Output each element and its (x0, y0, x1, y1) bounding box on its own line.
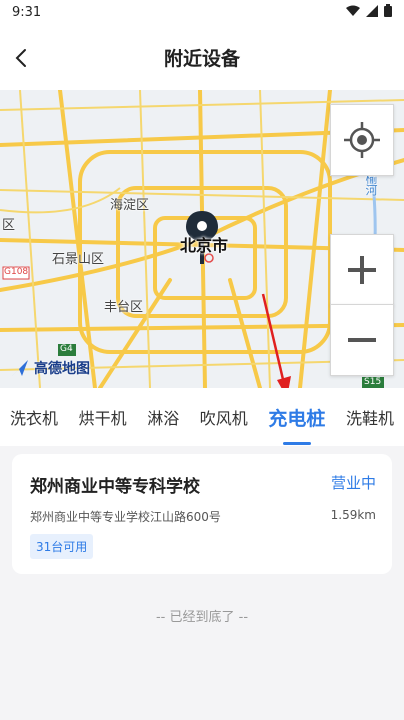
map-label-fengtai: 丰台区 (104, 300, 144, 315)
map-label-haidian: 海淀区 (110, 198, 150, 213)
device-type-tabs: 洗衣机 烘干机 淋浴 吹风机 充电桩 洗鞋机 (0, 388, 404, 446)
tab-hairdryer[interactable]: 吹风机 (196, 405, 252, 429)
tab-dryer[interactable]: 烘干机 (75, 405, 131, 429)
tab-shoe-washer[interactable]: 洗鞋机 (342, 405, 398, 429)
device-location-card[interactable]: 郑州商业中等专科学校 营业中 郑州商业中等专业学校江山路600号 1.59km … (12, 454, 392, 574)
availability-badge: 31台可用 (30, 534, 94, 559)
list-end-text: -- 已经到底了 -- (155, 610, 249, 625)
map-label-city: 北京市 (180, 236, 229, 255)
status-time: 9:31 (12, 5, 42, 20)
map-label-shijingshan: 石景山区 (52, 252, 105, 267)
header: 附近设备 (0, 26, 404, 90)
map-logo-text: 高德地图 (34, 361, 90, 377)
navigation-arrow-icon (12, 360, 28, 376)
road-label-g4: G4 (60, 344, 73, 354)
location-name: 郑州商业中等专科学校 (30, 477, 200, 497)
tab-shower[interactable]: 淋浴 (143, 405, 183, 429)
status-badge: 营业中 (330, 474, 376, 492)
minus-icon (348, 338, 376, 342)
annotation-arrow (261, 293, 291, 398)
road-label-g108: G108 (4, 267, 29, 277)
locate-button[interactable] (330, 104, 394, 176)
status-bar: 9:31 (0, 0, 404, 26)
crosshair-icon (344, 122, 380, 158)
map-label-west-district: 区 (2, 218, 16, 233)
map-provider-logo: 高德地图 (10, 358, 90, 378)
tab-washer[interactable]: 洗衣机 (6, 405, 62, 429)
wifi-icon (346, 5, 360, 16)
location-distance: 1.59km (330, 508, 376, 522)
road-label-s15: S15 (364, 377, 382, 387)
signal-icon (366, 4, 378, 17)
status-icons (346, 4, 392, 17)
map-view[interactable]: 海淀区 区 石景山区 北京市 丰台区 G108 G4 S15 高榆河 高德地图 (0, 90, 404, 388)
zoom-out-button[interactable] (330, 304, 394, 376)
plus-icon (348, 256, 376, 284)
page-title: 附近设备 (163, 48, 240, 70)
tab-charging-pile[interactable]: 充电桩 (264, 404, 329, 431)
location-address: 郑州商业中等专业学校江山路600号 (30, 510, 221, 524)
zoom-in-button[interactable] (330, 234, 394, 306)
battery-icon (384, 4, 392, 17)
